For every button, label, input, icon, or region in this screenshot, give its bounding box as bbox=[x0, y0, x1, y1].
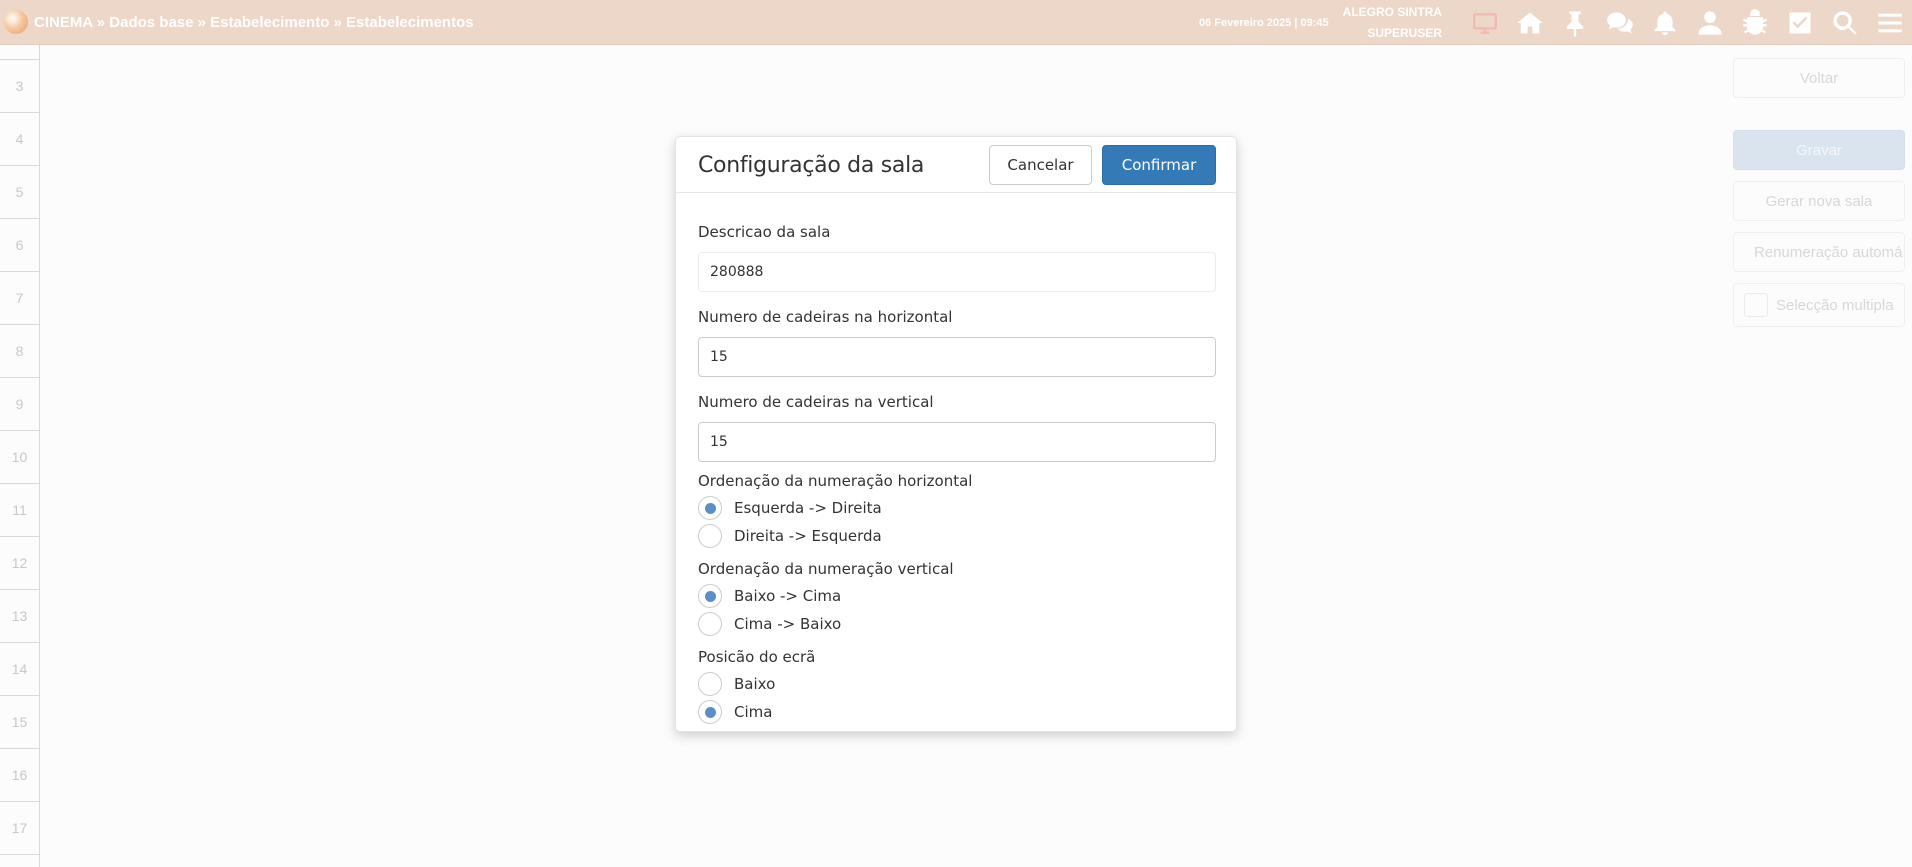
checkbox-icon[interactable] bbox=[1777, 0, 1822, 45]
row-number: 8 bbox=[0, 325, 39, 378]
user-icon[interactable] bbox=[1687, 0, 1732, 45]
modal-body: Descricao da sala Numero de cadeiras na … bbox=[676, 193, 1236, 726]
row-number: 10 bbox=[0, 431, 39, 484]
radio-label: Direita -> Esquerda bbox=[734, 527, 882, 545]
row-number: 16 bbox=[0, 749, 39, 802]
radio-label: Baixo -> Cima bbox=[734, 587, 842, 605]
search-icon[interactable] bbox=[1822, 0, 1867, 45]
radio-right-to-left[interactable]: Direita -> Esquerda bbox=[698, 522, 1214, 550]
row-number: 12 bbox=[0, 537, 39, 590]
radio-screen-top[interactable]: Cima bbox=[698, 698, 1214, 726]
action-panel: Voltar Gravar Gerar nova sala Renumeraçã… bbox=[1733, 58, 1905, 327]
multi-select-toggle[interactable]: Selecção multipla bbox=[1733, 283, 1905, 327]
row-number: 11 bbox=[0, 484, 39, 537]
radio-button[interactable] bbox=[698, 584, 722, 608]
breadcrumb[interactable]: CINEMA » Dados base » Estabelecimento » … bbox=[34, 14, 474, 31]
bug-icon[interactable] bbox=[1732, 0, 1777, 45]
row-number: 7 bbox=[0, 272, 39, 325]
row-number: 14 bbox=[0, 643, 39, 696]
user-role: SUPERUSER bbox=[1367, 25, 1442, 40]
multi-select-label: Selecção multipla bbox=[1776, 296, 1894, 314]
user-name: ALEGRO SINTRA bbox=[1342, 4, 1442, 19]
row-number: 15 bbox=[0, 696, 39, 749]
screen-position-group: Posicão do ecrã Baixo Cima bbox=[698, 648, 1214, 726]
top-bar-right: 06 Fevereiro 2025 | 09:45 ALEGRO SINTRA … bbox=[1199, 0, 1912, 45]
app-logo[interactable] bbox=[4, 10, 28, 34]
radio-left-to-right[interactable]: Esquerda -> Direita bbox=[698, 494, 1214, 522]
row-number bbox=[0, 45, 39, 60]
room-description-input[interactable] bbox=[698, 252, 1216, 292]
cancel-button[interactable]: Cancelar bbox=[989, 145, 1092, 185]
bell-icon[interactable] bbox=[1642, 0, 1687, 45]
radio-button[interactable] bbox=[698, 612, 722, 636]
radio-label: Cima -> Baixo bbox=[734, 615, 842, 633]
horizontal-order-group: Ordenação da numeração horizontal Esquer… bbox=[698, 472, 1214, 550]
chat-icon[interactable] bbox=[1597, 0, 1642, 45]
radio-label: Baixo bbox=[734, 675, 776, 693]
datetime: 06 Fevereiro 2025 | 09:45 bbox=[1198, 16, 1329, 29]
room-description-label: Descricao da sala bbox=[698, 223, 831, 241]
row-number: 13 bbox=[0, 590, 39, 643]
auto-renumber-button[interactable]: Renumeração automá bbox=[1733, 232, 1905, 272]
home-icon[interactable] bbox=[1507, 0, 1552, 45]
save-button[interactable]: Gravar bbox=[1733, 130, 1905, 170]
row-number: 3 bbox=[0, 60, 39, 113]
pin-icon[interactable] bbox=[1552, 0, 1597, 45]
room-config-modal: Configuração da sala Cancelar Confirmar … bbox=[675, 136, 1237, 732]
radio-button[interactable] bbox=[698, 496, 722, 520]
vertical-seats-input[interactable] bbox=[698, 422, 1216, 462]
row-number: 17 bbox=[0, 802, 39, 855]
radio-button[interactable] bbox=[698, 672, 722, 696]
horizontal-seats-input[interactable] bbox=[698, 337, 1216, 377]
horizontal-order-label: Ordenação da numeração horizontal bbox=[698, 472, 973, 490]
top-bar: CINEMA » Dados base » Estabelecimento » … bbox=[0, 0, 1912, 45]
modal-header: Configuração da sala Cancelar Confirmar bbox=[676, 137, 1236, 193]
row-number: 4 bbox=[0, 113, 39, 166]
vertical-order-label: Ordenação da numeração vertical bbox=[698, 560, 954, 578]
toolbar-icons bbox=[1462, 0, 1912, 45]
radio-bottom-to-top[interactable]: Baixo -> Cima bbox=[698, 582, 1214, 610]
row-number: 5 bbox=[0, 166, 39, 219]
radio-button[interactable] bbox=[698, 524, 722, 548]
radio-label: Esquerda -> Direita bbox=[734, 499, 882, 517]
radio-top-to-bottom[interactable]: Cima -> Baixo bbox=[698, 610, 1214, 638]
monitor-icon[interactable] bbox=[1462, 0, 1507, 45]
row-number-column: 3 4 5 6 7 8 9 10 11 12 13 14 15 16 17 bbox=[0, 45, 40, 867]
menu-icon[interactable] bbox=[1867, 0, 1912, 45]
back-button[interactable]: Voltar bbox=[1733, 58, 1905, 98]
radio-screen-bottom[interactable]: Baixo bbox=[698, 670, 1214, 698]
radio-label: Cima bbox=[734, 703, 773, 721]
row-number: 6 bbox=[0, 219, 39, 272]
vertical-order-group: Ordenação da numeração vertical Baixo ->… bbox=[698, 560, 1214, 638]
modal-title: Configuração da sala bbox=[698, 153, 925, 178]
radio-button[interactable] bbox=[698, 700, 722, 724]
multi-select-checkbox[interactable] bbox=[1744, 293, 1768, 317]
confirm-button[interactable]: Confirmar bbox=[1102, 145, 1216, 185]
generate-new-room-button[interactable]: Gerar nova sala bbox=[1733, 181, 1905, 221]
horizontal-seats-label: Numero de cadeiras na horizontal bbox=[698, 308, 953, 326]
screen-position-label: Posicão do ecrã bbox=[698, 648, 816, 666]
vertical-seats-label: Numero de cadeiras na vertical bbox=[698, 393, 934, 411]
row-number: 9 bbox=[0, 378, 39, 431]
user-info[interactable]: ALEGRO SINTRA SUPERUSER bbox=[1343, 2, 1442, 44]
